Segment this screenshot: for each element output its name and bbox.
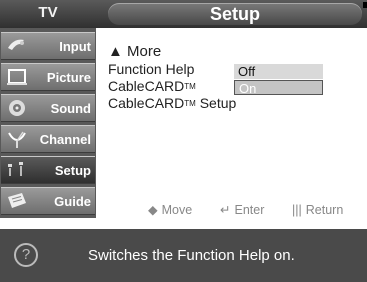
help-description: Switches the Function Help on. xyxy=(88,247,295,264)
sidebar-item-setup[interactable]: Setup xyxy=(1,156,95,184)
input-icon xyxy=(8,39,24,50)
picture-icon xyxy=(7,69,27,85)
trademark-mark: TM xyxy=(184,99,196,108)
sidebar: Input Picture Sound Channel Setup Guide xyxy=(0,28,96,218)
sidebar-item-label: Guide xyxy=(54,194,91,209)
menu-item-cablecard[interactable]: CableCARDTM xyxy=(108,78,196,94)
sidebar-item-channel[interactable]: Channel xyxy=(1,125,95,153)
menu-item-cablecard-setup[interactable]: CableCARDTM Setup xyxy=(108,95,236,111)
sidebar-item-label: Setup xyxy=(54,163,91,178)
trademark-mark: TM xyxy=(184,82,196,91)
return-hint-label: Return xyxy=(305,203,344,217)
channel-icon xyxy=(8,131,26,148)
option-on-selected[interactable]: On xyxy=(234,80,323,96)
menu-title-pill: Setup xyxy=(108,3,362,25)
sidebar-item-label: Sound xyxy=(50,101,91,116)
move-hint-label: Move xyxy=(161,203,193,217)
return-hint: ||| Return xyxy=(292,202,343,218)
sidebar-item-guide[interactable]: Guide xyxy=(1,187,95,215)
cablecard-label: CableCARD xyxy=(108,78,185,94)
enter-icon: ↵ xyxy=(220,203,231,217)
menu-item-function-help[interactable]: Function Help xyxy=(108,61,194,77)
button-hints: ◆ Move ↵ Enter ||| Return xyxy=(96,202,367,218)
cablecard-setup-suffix: Setup xyxy=(195,95,237,111)
separator xyxy=(0,218,367,229)
menu-title: Setup xyxy=(209,4,260,24)
section-label: TV xyxy=(38,4,58,21)
sidebar-item-label: Input xyxy=(59,39,91,54)
cablecard-setup-label: CableCARD xyxy=(108,95,185,111)
sidebar-item-sound[interactable]: Sound xyxy=(1,94,95,122)
guide-icon xyxy=(8,193,26,208)
sidebar-item-label: Picture xyxy=(46,70,91,85)
sound-icon xyxy=(9,100,25,116)
enter-hint-label: Enter xyxy=(234,203,265,217)
corner-mark xyxy=(363,2,367,8)
menu-item-more[interactable]: ▲ More xyxy=(108,44,161,60)
help-footer: ? Switches the Function Help on. xyxy=(0,229,367,282)
enter-hint: ↵ Enter xyxy=(220,202,264,218)
sidebar-item-label: Channel xyxy=(39,132,91,147)
sidebar-item-picture[interactable]: Picture xyxy=(1,63,95,91)
help-icon: ? xyxy=(14,243,38,267)
menu-panel: ▲ More Function Help CableCARDTM CableCA… xyxy=(96,28,367,218)
setup-icon xyxy=(8,162,23,176)
header-bar: TV Setup xyxy=(0,0,367,28)
sidebar-item-input[interactable]: Input xyxy=(1,32,95,60)
move-icon: ◆ xyxy=(148,203,158,217)
return-icon: ||| xyxy=(292,203,302,217)
option-off[interactable]: Off xyxy=(234,64,323,79)
move-hint: ◆ Move xyxy=(148,202,192,218)
